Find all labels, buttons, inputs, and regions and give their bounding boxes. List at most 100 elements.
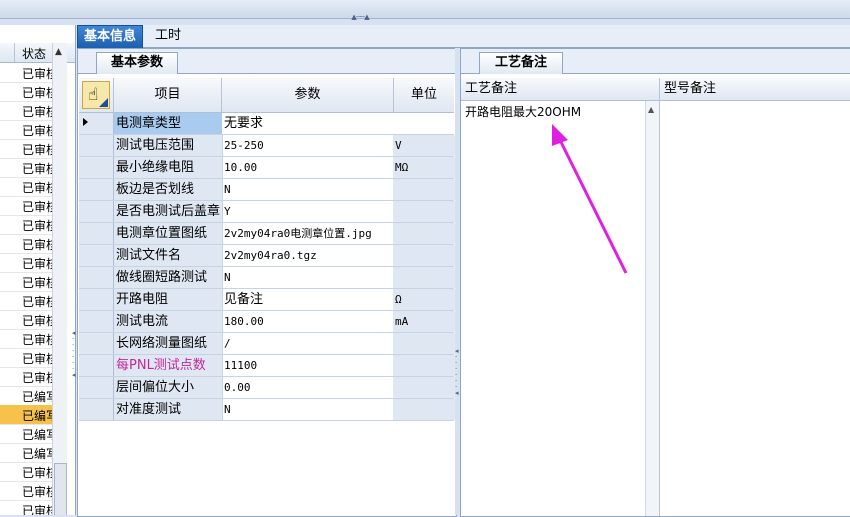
table-row[interactable]: 开路电阻 见备注 Ω <box>79 289 455 311</box>
table-row[interactable]: 板边是否划线 N <box>79 179 455 201</box>
hand-pointer-icon[interactable]: ☝ <box>82 81 110 109</box>
param-name-cell[interactable]: 长网络测量图纸 <box>114 333 223 354</box>
param-unit-cell[interactable] <box>393 223 455 244</box>
table-row[interactable]: 电测章位置图纸 2v2my04ra0电测章位置.jpg <box>79 223 455 245</box>
status-list-item[interactable]: 已审核 <box>0 101 52 121</box>
table-row[interactable]: 对准度测试 N <box>79 399 455 421</box>
column-header-process-note[interactable]: 工艺备注 <box>461 78 660 100</box>
param-value-cell[interactable]: N <box>222 399 395 420</box>
column-header-model-note[interactable]: 型号备注 <box>660 78 850 100</box>
status-list-item[interactable]: 已审核 <box>0 462 52 482</box>
param-value-cell[interactable]: 2v2my04ra0.tgz <box>222 245 395 266</box>
status-list-item[interactable]: 已审核 <box>0 215 52 235</box>
param-name-cell[interactable]: 做线圈短路测试 <box>114 267 223 288</box>
status-list-item[interactable]: 已审核 <box>0 329 52 349</box>
param-name-cell[interactable]: 每PNL测试点数 <box>114 355 223 376</box>
status-list-item[interactable]: 已审核 <box>0 196 52 216</box>
row-indicator[interactable] <box>79 157 114 178</box>
param-value-cell[interactable]: 0.00 <box>222 377 395 398</box>
param-value-cell[interactable]: 11100 <box>222 355 395 376</box>
table-row[interactable]: 测试电压范围 25-250 V <box>79 135 455 157</box>
row-indicator-header[interactable]: ☝ <box>79 78 114 112</box>
tab-basic-info[interactable]: 基本信息 <box>77 25 144 49</box>
status-list-item[interactable]: 已编写 <box>0 424 52 444</box>
param-value-cell[interactable]: / <box>222 333 395 354</box>
param-name-cell[interactable]: 电测章类型 <box>114 113 223 134</box>
status-list-item[interactable]: 已审核 <box>0 82 52 102</box>
row-indicator[interactable] <box>79 355 114 376</box>
status-list-item[interactable]: 已编写 <box>0 386 52 406</box>
param-unit-cell[interactable] <box>393 399 455 420</box>
row-indicator[interactable] <box>79 223 114 244</box>
table-row[interactable]: 长网络测量图纸 / <box>79 333 455 355</box>
status-list-item[interactable]: 已审核 <box>0 348 52 368</box>
param-name-cell[interactable]: 最小绝缘电阻 <box>114 157 223 178</box>
row-indicator[interactable] <box>79 179 114 200</box>
row-indicator[interactable] <box>79 245 114 266</box>
param-value-cell[interactable]: 25-250 <box>222 135 395 156</box>
param-unit-cell[interactable] <box>393 113 455 134</box>
table-row[interactable]: 最小绝缘电阻 10.00 MΩ <box>79 157 455 179</box>
table-row[interactable]: 测试电流 180.00 mA <box>79 311 455 333</box>
tab-process-notes[interactable]: 工艺备注 <box>479 52 563 74</box>
memo-scrollbar[interactable]: ▲ <box>645 101 659 516</box>
param-value-cell[interactable]: 见备注 <box>222 289 395 310</box>
status-list-item[interactable]: 已审核 <box>0 367 52 387</box>
row-indicator[interactable] <box>79 333 114 354</box>
table-row[interactable]: 每PNL测试点数 11100 <box>79 355 455 377</box>
scroll-up-icon[interactable]: ▲ <box>648 105 654 114</box>
status-list-scrollbar[interactable]: ▲ <box>52 43 67 515</box>
param-name-cell[interactable]: 电测章位置图纸 <box>114 223 223 244</box>
row-indicator[interactable] <box>79 399 114 420</box>
status-list-item[interactable]: 已审核 <box>0 139 52 159</box>
param-unit-cell[interactable] <box>393 377 455 398</box>
table-row[interactable]: 层间偏位大小 0.00 <box>79 377 455 399</box>
table-row[interactable]: 电测章类型 无要求 <box>79 113 455 135</box>
param-unit-cell[interactable] <box>393 333 455 354</box>
row-indicator[interactable] <box>79 113 114 134</box>
status-column-header[interactable]: 状态 <box>22 45 46 62</box>
param-value-cell[interactable]: N <box>222 179 395 200</box>
param-unit-cell[interactable] <box>393 355 455 376</box>
scroll-up-icon[interactable]: ▲ <box>55 47 62 57</box>
column-header-unit[interactable]: 单位 <box>394 78 454 112</box>
top-splitter-handle[interactable]: ▲·······▲ <box>328 13 392 21</box>
table-row[interactable]: 测试文件名 2v2my04ra0.tgz <box>79 245 455 267</box>
column-header-item[interactable]: 项目 <box>114 78 222 112</box>
param-name-cell[interactable]: 是否电测试后盖章 <box>114 201 223 222</box>
status-list-item[interactable]: 已审核 <box>0 177 52 197</box>
left-splitter-grip[interactable]: ◂ · · · · · · ◂ <box>72 330 76 379</box>
splitter-grip-icon[interactable]: ◂ · · · · · · ◂ <box>455 348 459 397</box>
status-list-item[interactable]: 已审核 <box>0 500 52 515</box>
param-value-cell[interactable]: 2v2my04ra0电测章位置.jpg <box>222 223 395 244</box>
param-name-cell[interactable]: 测试电压范围 <box>114 135 223 156</box>
param-name-cell[interactable]: 开路电阻 <box>114 289 223 310</box>
table-row[interactable]: 是否电测试后盖章 Y <box>79 201 455 223</box>
param-value-cell[interactable]: 无要求 <box>222 113 395 134</box>
status-list-item[interactable]: 已审核 <box>0 291 52 311</box>
param-value-cell[interactable]: 180.00 <box>222 311 395 332</box>
param-name-cell[interactable]: 板边是否划线 <box>114 179 223 200</box>
param-unit-cell[interactable] <box>393 267 455 288</box>
row-indicator[interactable] <box>79 377 114 398</box>
param-unit-cell[interactable]: MΩ <box>393 157 455 178</box>
status-list-item[interactable]: 已编写 <box>0 405 52 425</box>
param-unit-cell[interactable]: V <box>393 135 455 156</box>
row-indicator[interactable] <box>79 289 114 310</box>
row-indicator[interactable] <box>79 135 114 156</box>
param-unit-cell[interactable]: Ω <box>393 289 455 310</box>
param-unit-cell[interactable] <box>393 201 455 222</box>
tab-basic-params[interactable]: 基本参数 <box>96 52 178 74</box>
status-list-item[interactable]: 已审核 <box>0 272 52 292</box>
param-unit-cell[interactable]: mA <box>393 311 455 332</box>
column-header-param[interactable]: 参数 <box>222 78 394 112</box>
status-list-item[interactable]: 已审核 <box>0 253 52 273</box>
param-value-cell[interactable]: N <box>222 267 395 288</box>
param-value-cell[interactable]: 10.00 <box>222 157 395 178</box>
status-list-item[interactable]: 已审核 <box>0 234 52 254</box>
status-list-item[interactable]: 已审核 <box>0 158 52 178</box>
status-list-item[interactable]: 已编写 <box>0 443 52 463</box>
status-list-item[interactable]: 已审核 <box>0 63 52 83</box>
row-indicator[interactable] <box>79 201 114 222</box>
status-list-item[interactable]: 已审核 <box>0 481 52 501</box>
